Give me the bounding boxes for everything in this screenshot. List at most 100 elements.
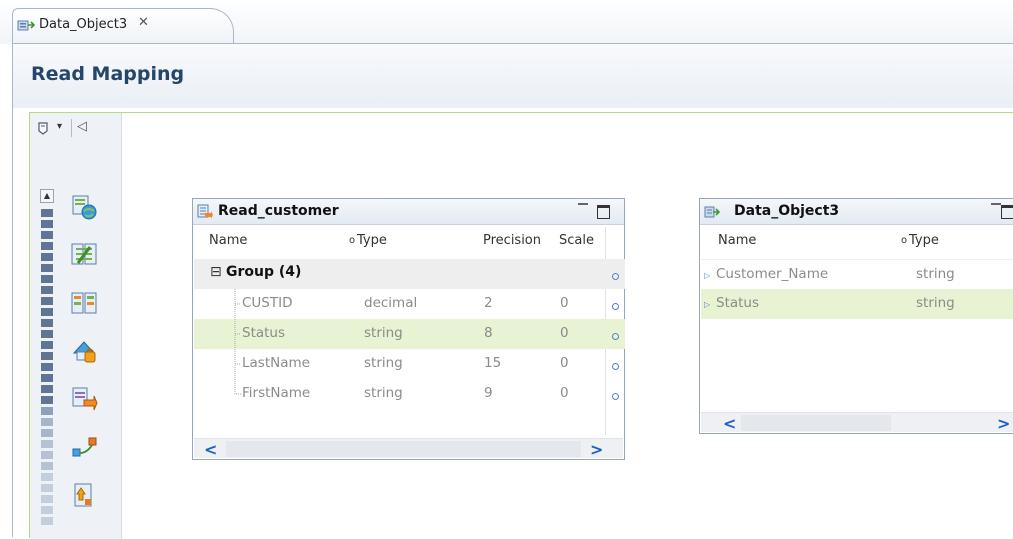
tree-branch-icon (234, 289, 241, 319)
connector-icon[interactable] (70, 433, 98, 461)
collapse-toggle-icon[interactable]: ⊟ (210, 264, 222, 280)
field-scale: 0 (560, 355, 569, 371)
column-header-scale[interactable]: Scale (559, 233, 594, 248)
field-scale: 0 (560, 385, 569, 401)
scroll-tick (41, 286, 53, 294)
column-header-type[interactable]: Type (909, 233, 939, 248)
scroll-tick (41, 429, 53, 437)
scroll-tick (41, 220, 53, 228)
mapping-canvas[interactable]: ▾ ◁ ▲ Read_customer Name o Type Precisio… (29, 112, 1013, 539)
scroll-left-button[interactable]: < (204, 440, 217, 459)
tab-label: Data_Object3 (39, 17, 128, 32)
group-label: Group (4) (226, 264, 302, 280)
scroll-tick (41, 297, 53, 305)
field-precision: 9 (484, 385, 493, 401)
table-row[interactable]: ▷ Customer_Name string (701, 259, 1013, 289)
scroll-tick (41, 341, 53, 349)
table-row[interactable]: FirstName string 9 0 (194, 379, 625, 409)
table-row-selected[interactable]: Status string 8 0 (194, 319, 625, 349)
column-port-marker: o (901, 235, 908, 246)
expression-icon[interactable] (70, 241, 98, 269)
field-type: string (364, 355, 403, 371)
table-row-selected[interactable]: ▷ Status string (701, 289, 1013, 319)
scroll-tick (41, 462, 53, 470)
field-type: string (916, 295, 955, 311)
field-name: Status (716, 295, 760, 311)
editor-header: Read Mapping (13, 44, 1013, 108)
close-icon[interactable]: ✕ (138, 15, 149, 30)
output-port-icon[interactable] (612, 303, 619, 310)
palette-toolbar: ▾ ◁ (30, 113, 122, 143)
field-precision: 2 (484, 295, 493, 311)
document-icon[interactable] (70, 481, 98, 509)
scroll-tick (41, 231, 53, 239)
tree-branch-icon (234, 319, 241, 349)
scroll-tick (41, 209, 53, 217)
read-transformation-icon (197, 204, 213, 219)
field-name: LastName (242, 355, 310, 371)
card-header[interactable]: Read_customer (193, 199, 624, 225)
maximize-icon[interactable] (1001, 205, 1013, 219)
palette-scroll-up-button[interactable]: ▲ (40, 189, 54, 203)
scroll-tick (41, 440, 53, 448)
scroll-right-button[interactable]: > (997, 414, 1010, 433)
field-name: FirstName (242, 385, 311, 401)
editor-tab-strip: Data_Object3 ✕ (0, 0, 1013, 44)
scroll-tick (41, 385, 53, 393)
column-header-precision[interactable]: Precision (483, 233, 541, 248)
group-row[interactable]: ⊟ Group (4) (194, 259, 625, 289)
transformation-palette: ▾ ◁ ▲ (30, 113, 122, 539)
scroll-left-button[interactable]: < (723, 414, 736, 433)
output-port-icon[interactable] (612, 273, 619, 280)
table-row[interactable]: CUSTID decimal 2 0 (194, 289, 625, 319)
tab-data-object3[interactable]: Data_Object3 ✕ (12, 8, 234, 44)
scroll-right-button[interactable]: > (590, 440, 603, 459)
scroll-tick (41, 330, 53, 338)
scrollbar-thumb[interactable] (226, 441, 581, 457)
output-port-icon[interactable] (612, 363, 619, 370)
output-object-icon[interactable] (70, 385, 98, 413)
minimize-icon[interactable] (991, 203, 1001, 205)
field-type: string (364, 385, 403, 401)
scroll-tick (41, 418, 53, 426)
chevron-down-icon[interactable]: ▾ (57, 121, 62, 132)
read-object-icon[interactable] (70, 193, 98, 221)
input-port-icon[interactable]: ▷ (704, 300, 710, 309)
field-name: Status (242, 325, 286, 341)
palette-pin-icon[interactable] (36, 121, 50, 135)
read-customer-object[interactable]: Read_customer Name o Type Precision Scal… (192, 198, 625, 460)
field-type: decimal (364, 295, 418, 311)
filter-icon[interactable] (70, 289, 98, 317)
column-header-name[interactable]: Name (209, 233, 247, 248)
toolbar-divider (71, 119, 72, 137)
card-title: Data_Object3 (734, 203, 840, 219)
column-header-name[interactable]: Name (718, 233, 756, 248)
scroll-tick (41, 363, 53, 371)
maximize-icon[interactable] (597, 205, 610, 219)
lookup-icon[interactable] (70, 337, 98, 365)
scrollbar-thumb[interactable] (741, 415, 891, 431)
card-header[interactable]: Data_Object3 (700, 199, 1013, 225)
field-name: Customer_Name (716, 266, 829, 282)
field-scale: 0 (560, 325, 569, 341)
column-header-type[interactable]: Type (357, 233, 387, 248)
field-precision: 8 (484, 325, 493, 341)
output-port-icon[interactable] (612, 333, 619, 340)
mapping-editor: Read Mapping ▾ ◁ ▲ Read_customer Name o … (12, 43, 1013, 539)
data-object-icon (704, 206, 720, 218)
input-port-icon[interactable]: ▷ (704, 271, 710, 280)
field-type: string (364, 325, 403, 341)
scroll-tick (41, 451, 53, 459)
card-title: Read_customer (218, 203, 339, 219)
tree-branch-icon (234, 379, 241, 395)
scroll-tick (41, 484, 53, 492)
table-row[interactable]: LastName string 15 0 (194, 349, 625, 379)
collapse-palette-icon[interactable]: ◁ (77, 119, 87, 134)
output-port-icon[interactable] (612, 393, 619, 400)
data-object3-object[interactable]: Data_Object3 Name o Type ▷ Customer_Name… (699, 198, 1013, 434)
horizontal-scrollbar[interactable]: < > (194, 438, 623, 459)
horizontal-scrollbar[interactable]: < > (701, 412, 1013, 433)
column-port-marker: o (349, 235, 356, 246)
minimize-icon[interactable] (578, 203, 588, 205)
data-object-icon (17, 20, 35, 31)
